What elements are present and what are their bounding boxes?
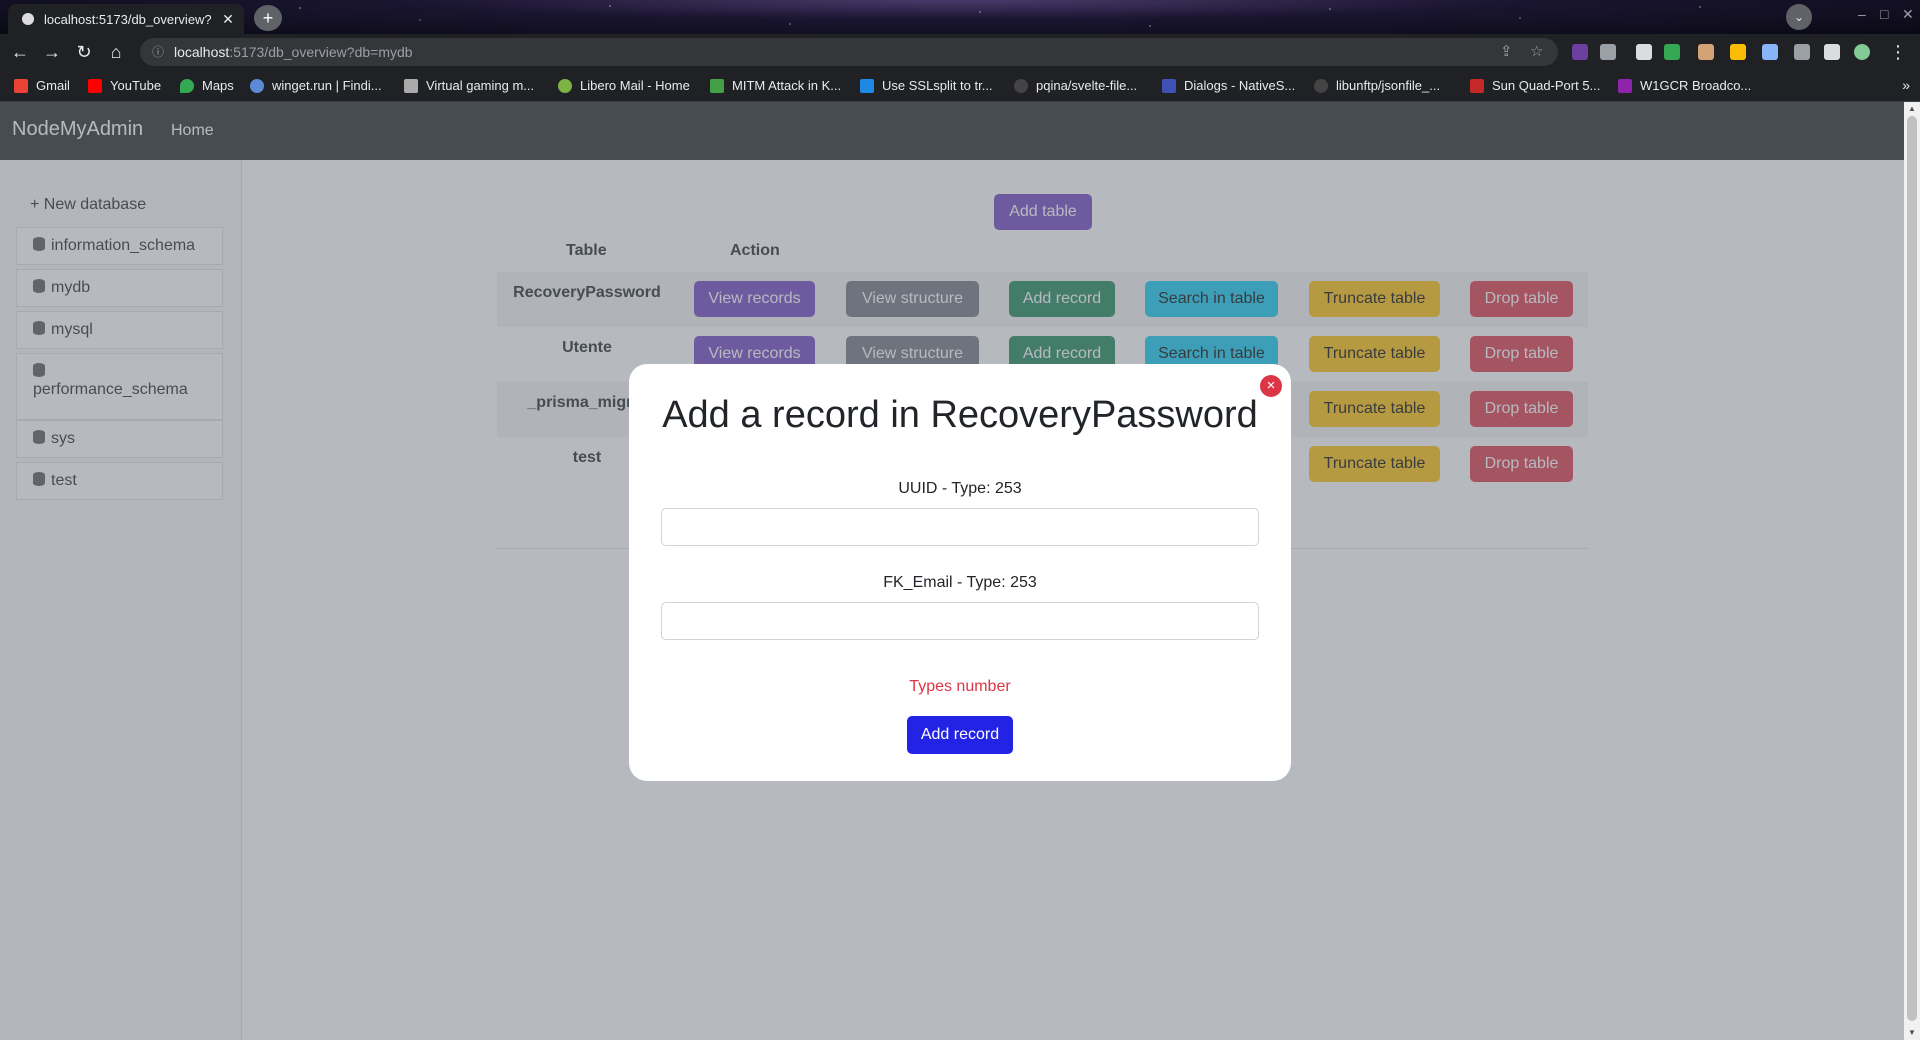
window-close-icon[interactable]: ✕ xyxy=(1902,6,1914,23)
youtube-icon xyxy=(88,78,102,93)
fk-email-input[interactable] xyxy=(661,602,1259,640)
tab-title: localhost:5173/db_overview? xyxy=(44,11,212,27)
extension-icon[interactable] xyxy=(1762,44,1778,60)
puzzle-extensions-icon[interactable] xyxy=(1794,44,1810,60)
extension-icon[interactable] xyxy=(1572,44,1588,60)
bookmark-item[interactable]: MITM Attack in K... xyxy=(710,78,841,93)
app-viewport: NodeMyAdmin Home + New database informat… xyxy=(0,102,1904,1040)
github-icon xyxy=(1314,78,1328,93)
tab-close-icon[interactable]: ✕ xyxy=(218,11,238,28)
fk-email-label: FK_Email - Type: 253 xyxy=(883,574,1037,591)
p-icon xyxy=(860,78,874,93)
home-icon[interactable]: ⌂ xyxy=(104,40,128,64)
libero-icon xyxy=(558,78,572,93)
url-host: localhost xyxy=(174,44,230,60)
scroll-up-icon[interactable]: ▲ xyxy=(1908,104,1916,113)
gmail-icon xyxy=(14,78,28,93)
page-icon xyxy=(1470,78,1484,93)
extension-icon[interactable] xyxy=(1730,44,1746,60)
extension-icon[interactable] xyxy=(1698,44,1714,60)
extension-icon[interactable] xyxy=(1600,44,1616,60)
share-icon[interactable]: ⇪ xyxy=(1500,38,1513,66)
browser-toolbar: ← → ↻ ⌂ ⓘ localhost:5173/db_overview?db=… xyxy=(0,34,1920,70)
profile-avatar-icon[interactable] xyxy=(1854,44,1870,60)
extension-icon[interactable] xyxy=(1664,44,1680,60)
menu-kebab-icon[interactable]: ⋮ xyxy=(1886,40,1910,64)
modal-title: Add a record in RecoveryPassword xyxy=(662,394,1258,436)
extension-icon[interactable] xyxy=(1636,44,1652,60)
maps-icon xyxy=(180,78,194,93)
submit-add-record-button[interactable]: Add record xyxy=(907,716,1013,754)
scrollbar-thumb[interactable] xyxy=(1907,116,1917,1021)
bookmark-item[interactable]: pqina/svelte-file... xyxy=(1014,78,1137,93)
maximize-icon[interactable]: □ xyxy=(1880,6,1888,22)
minimize-icon[interactable]: – xyxy=(1858,6,1866,22)
bookmark-item[interactable]: YouTube xyxy=(88,78,161,93)
globe-icon xyxy=(250,78,264,93)
scroll-down-icon[interactable]: ▼ xyxy=(1908,1028,1916,1037)
back-icon[interactable]: ← xyxy=(8,40,32,64)
site-info-icon[interactable]: ⓘ xyxy=(152,38,164,66)
bookmark-item[interactable]: Dialogs - NativeS... xyxy=(1162,78,1295,93)
page-icon xyxy=(404,78,418,93)
page-icon xyxy=(1618,78,1632,93)
arrow-icon xyxy=(710,78,724,93)
forward-icon[interactable]: → xyxy=(40,40,64,64)
uuid-input[interactable] xyxy=(661,508,1259,546)
types-number-link[interactable]: Types number xyxy=(629,678,1291,696)
bookmark-item[interactable]: Sun Quad-Port 5... xyxy=(1470,78,1600,93)
bookmark-item[interactable]: W1GCR Broadco... xyxy=(1618,78,1751,93)
bookmark-item[interactable]: libunftp/jsonfile_... xyxy=(1314,78,1440,93)
uuid-label: UUID - Type: 253 xyxy=(898,480,1022,497)
page-scrollbar[interactable]: ▲ ▼ xyxy=(1904,102,1920,1040)
bookmarks-overflow-icon[interactable]: » xyxy=(1902,77,1910,93)
bookmark-item[interactable]: Libero Mail - Home xyxy=(558,78,690,93)
add-record-modal: × Add a record in RecoveryPassword UUID … xyxy=(629,364,1291,781)
github-icon xyxy=(1014,78,1028,93)
bookmark-item[interactable]: Virtual gaming m... xyxy=(404,78,534,93)
bookmarks-bar: Gmail YouTube Maps winget.run | Findi...… xyxy=(0,70,1920,102)
url-path: :5173/db_overview?db=mydb xyxy=(229,44,413,60)
tab-search-icon[interactable]: ⌄ xyxy=(1786,4,1812,30)
bookmark-item[interactable]: winget.run | Findi... xyxy=(250,78,382,93)
reload-icon[interactable]: ↻ xyxy=(72,40,96,64)
address-bar[interactable]: ⓘ localhost:5173/db_overview?db=mydb ⇪ ☆ xyxy=(140,38,1558,66)
browser-tab[interactable]: localhost:5173/db_overview? ✕ xyxy=(8,4,244,34)
tab-favicon-icon xyxy=(22,13,34,25)
bookmark-star-icon[interactable]: ☆ xyxy=(1530,38,1543,66)
n-icon xyxy=(1162,78,1176,93)
bookmark-item[interactable]: Use SSLsplit to tr... xyxy=(860,78,993,93)
side-panel-icon[interactable] xyxy=(1824,44,1840,60)
new-tab-button[interactable]: + xyxy=(254,5,282,31)
bookmark-item[interactable]: Maps xyxy=(180,78,234,93)
browser-tab-bar: localhost:5173/db_overview? ✕ + ⌄ – □ ✕ xyxy=(0,0,1920,34)
bookmark-item[interactable]: Gmail xyxy=(14,78,70,93)
